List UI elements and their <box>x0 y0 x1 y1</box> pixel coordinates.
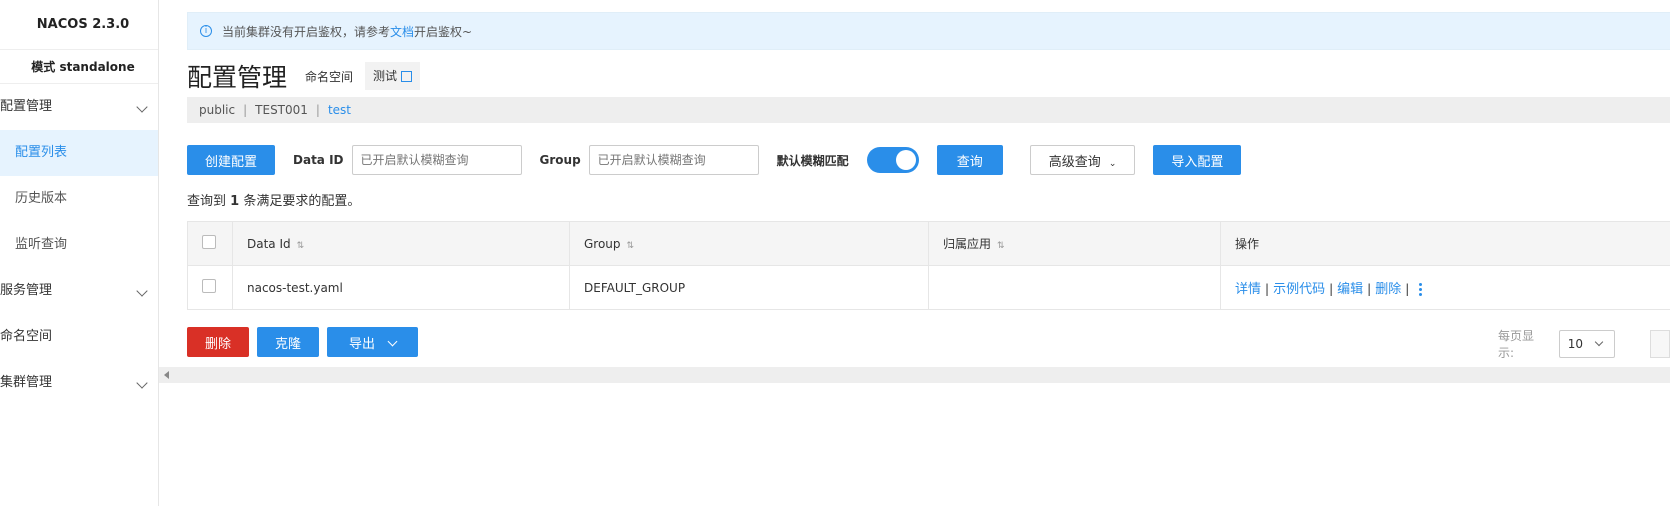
sidebar-item-namespace[interactable]: 命名空间 <box>0 314 158 360</box>
chevron-down-icon <box>136 377 148 389</box>
page-title: 配置管理 <box>187 63 288 92</box>
advanced-query-button[interactable]: 高级查询 ⌄ <box>1029 145 1136 175</box>
group-input[interactable] <box>588 145 759 175</box>
cell-dataid: nacos-test.yaml <box>232 265 570 310</box>
row-select-cell <box>187 265 233 310</box>
pagination: 每页显示: 10 <box>1498 327 1670 361</box>
menu-group-config-label: 配置管理 <box>0 99 53 114</box>
group-label: Group <box>539 153 581 167</box>
column-group[interactable]: Group ⇅ <box>569 221 929 266</box>
table-row: nacos-test.yaml DEFAULT_GROUP 详情 | 示例代码 | 编辑… <box>187 265 1670 310</box>
query-button[interactable]: 查询 <box>936 145 1003 175</box>
namespace-test[interactable]: test <box>328 103 351 117</box>
cell-ops: 详情 | 示例代码 | 编辑 | 删除 | <box>1220 265 1670 310</box>
column-dataid-label: Data Id <box>247 236 291 251</box>
config-table: Data Id ⇅ Group ⇅ 归属应用 ⇅ 操作 nacos-test.yaml… <box>187 221 1670 310</box>
divider: | <box>1367 281 1372 296</box>
namespace-public[interactable]: public <box>199 103 235 117</box>
divider: | <box>1265 281 1270 296</box>
create-config-button[interactable]: 创建配置 <box>187 145 276 175</box>
column-group-label: Group <box>584 236 621 251</box>
cell-group: DEFAULT_GROUP <box>569 265 929 310</box>
column-app-label: 归属应用 <box>943 237 992 251</box>
menu-group-cluster-label: 集群管理 <box>0 375 53 390</box>
column-dataid[interactable]: Data Id ⇅ <box>232 221 570 266</box>
menu-group-service[interactable]: 服务管理 <box>0 268 158 314</box>
namespace-chip[interactable]: 测试 <box>365 62 421 90</box>
column-ops-label: 操作 <box>1235 237 1260 251</box>
title-row: 配置管理 命名空间 测试 <box>187 58 421 94</box>
chevron-down-icon <box>1595 337 1604 347</box>
notice-suffix: 开启鉴权~ <box>414 24 473 39</box>
import-config-button[interactable]: 导入配置 <box>1153 145 1242 175</box>
brand-title: NACOS 2.3.0 <box>0 0 158 50</box>
sort-icon[interactable]: ⇅ <box>297 241 305 251</box>
namespace-test001[interactable]: TEST001 <box>255 103 308 117</box>
edit-link[interactable]: 编辑 <box>1337 282 1363 297</box>
fuzzy-toggle[interactable] <box>866 147 919 173</box>
auth-notice: i 当前集群没有开启鉴权，请参考 文档 开启鉴权~ <box>187 12 1670 50</box>
divider: | <box>243 103 248 117</box>
export-label: 导出 <box>349 336 376 352</box>
sort-icon[interactable]: ⇅ <box>997 241 1005 251</box>
sidebar: NACOS 2.3.0 模式 standalone 配置管理 配置列表 历史版本… <box>0 0 159 506</box>
chevron-down-icon <box>136 101 148 113</box>
toggle-knob <box>895 150 916 170</box>
divider: | <box>315 103 320 117</box>
sidebar-item-history[interactable]: 历史版本 <box>0 176 158 222</box>
menu-group-cluster[interactable]: 集群管理 <box>0 360 158 406</box>
sidebar-item-config-list[interactable]: 配置列表 <box>0 130 158 176</box>
notice-doc-link[interactable]: 文档 <box>390 23 414 40</box>
external-link-icon <box>401 70 413 82</box>
dataid-label: Data ID <box>293 153 344 167</box>
result-prefix: 查询到 <box>187 194 227 209</box>
result-suffix: 条满足要求的配置。 <box>243 194 361 209</box>
fuzzy-label: 默认模糊匹配 <box>776 153 849 168</box>
delete-button[interactable]: 删除 <box>187 327 250 357</box>
select-all-checkbox[interactable] <box>202 235 216 249</box>
chevron-down-icon <box>387 336 398 346</box>
search-toolbar: 创建配置 Data ID Group 默认模糊匹配 查询 高级查询 ⌄ 导入配置 <box>187 145 1242 175</box>
result-summary: 查询到 1 条满足要求的配置。 <box>187 190 360 209</box>
batch-actions: 删除 克隆 导出 <box>187 327 426 357</box>
namespace-bar: public | TEST001 | test <box>187 97 1670 123</box>
select-all-cell <box>187 221 233 266</box>
table-header-row: Data Id ⇅ Group ⇅ 归属应用 ⇅ 操作 <box>187 221 1670 266</box>
result-count: 1 <box>230 194 240 209</box>
divider: | <box>1405 281 1410 296</box>
chevron-down-icon: ⌄ <box>1108 158 1117 169</box>
more-icon[interactable] <box>1419 281 1423 298</box>
clone-button[interactable]: 克隆 <box>257 327 320 357</box>
divider: | <box>1329 281 1334 296</box>
chevron-down-icon <box>136 285 148 297</box>
page-size-value: 10 <box>1567 337 1583 351</box>
horizontal-scrollbar[interactable] <box>159 367 1670 383</box>
advanced-query-label: 高级查询 <box>1048 154 1101 170</box>
sort-icon[interactable]: ⇅ <box>627 241 635 251</box>
sidebar-item-namespace-label: 命名空间 <box>0 329 53 344</box>
notice-prefix: 当前集群没有开启鉴权，请参考 <box>222 24 391 39</box>
page-size-label: 每页显示: <box>1498 329 1535 360</box>
column-ops: 操作 <box>1220 221 1670 266</box>
main-content: i 当前集群没有开启鉴权，请参考 文档 开启鉴权~ 配置管理 命名空间 测试 p… <box>159 0 1670 506</box>
column-app[interactable]: 归属应用 ⇅ <box>928 221 1221 266</box>
detail-link[interactable]: 详情 <box>1235 282 1261 297</box>
namespace-label: 命名空间 <box>305 69 354 84</box>
sample-code-link[interactable]: 示例代码 <box>1273 282 1325 297</box>
page-button[interactable] <box>1650 330 1670 358</box>
cell-app <box>928 265 1221 310</box>
scroll-left-icon[interactable] <box>164 371 169 379</box>
page-size-select[interactable]: 10 <box>1558 330 1616 358</box>
menu-group-service-label: 服务管理 <box>0 283 53 298</box>
delete-link[interactable]: 删除 <box>1375 282 1401 297</box>
dataid-input[interactable] <box>351 145 522 175</box>
sidebar-item-listener[interactable]: 监听查询 <box>0 222 158 268</box>
info-icon: i <box>200 25 212 37</box>
export-button[interactable]: 导出 <box>327 327 419 357</box>
namespace-chip-label: 测试 <box>373 69 398 83</box>
row-checkbox[interactable] <box>202 279 216 293</box>
menu-group-config[interactable]: 配置管理 <box>0 84 158 130</box>
mode-label: 模式 standalone <box>0 50 158 84</box>
